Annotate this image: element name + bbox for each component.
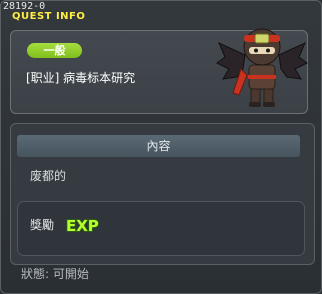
quest-description: 废都的 [30, 169, 67, 183]
quest-category-tag: 一般 [27, 43, 82, 58]
exp-badge-icon: EXP [65, 216, 99, 235]
npc-character-portrait [216, 28, 308, 107]
quest-info-window: 28192-0 QUEST INFO 一般 [职业] 病毒标本研究 內容 废都的… [0, 0, 322, 294]
window-title: QUEST INFO [12, 11, 86, 22]
quest-name: [职业] 病毒标本研究 [26, 71, 136, 85]
reward-box [17, 201, 305, 256]
content-section-header: 內容 [17, 135, 300, 157]
reward-label: 獎勵 [30, 218, 55, 232]
quest-status: 狀態: 可開始 [21, 267, 89, 281]
exp-badge-text: EXP [66, 217, 99, 235]
